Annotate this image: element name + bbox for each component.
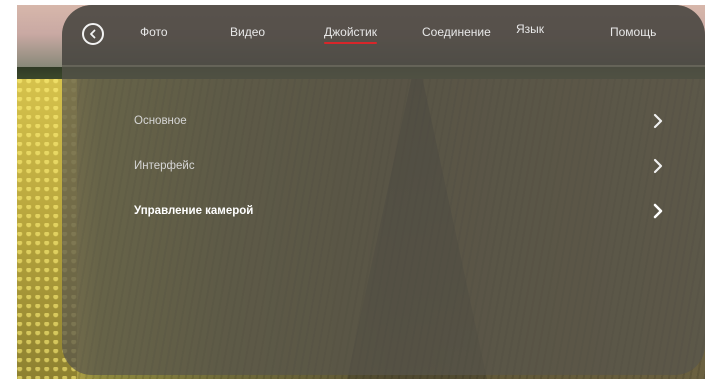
tab-connection[interactable]: Соединение bbox=[422, 25, 491, 43]
settings-panel: Фото Видео Джойстик Соединение Язык Помо… bbox=[62, 5, 705, 375]
tab-joystick[interactable]: Джойстик bbox=[324, 25, 377, 44]
back-button[interactable] bbox=[82, 23, 104, 45]
tab-video[interactable]: Видео bbox=[230, 25, 265, 43]
menu-item-label: Основное bbox=[134, 115, 187, 127]
settings-tab-bar: Фото Видео Джойстик Соединение Язык Помо… bbox=[62, 5, 705, 65]
menu-item-general[interactable]: Основное bbox=[134, 108, 664, 134]
app-window: Фото Видео Джойстик Соединение Язык Помо… bbox=[17, 5, 705, 379]
tab-photo[interactable]: Фото bbox=[140, 25, 168, 43]
menu-item-label: Управление камерой bbox=[134, 205, 254, 217]
chevron-right-icon bbox=[652, 158, 664, 174]
menu-item-camera-control[interactable]: Управление камерой bbox=[134, 198, 664, 224]
menu-item-label: Интерфейс bbox=[134, 160, 195, 172]
chevron-right-icon bbox=[652, 113, 664, 129]
tab-help[interactable]: Помощь bbox=[610, 25, 656, 43]
menu-item-interface[interactable]: Интерфейс bbox=[134, 153, 664, 179]
back-arrow-circle-icon bbox=[90, 29, 96, 39]
tab-language[interactable]: Язык bbox=[516, 22, 544, 40]
chevron-right-icon bbox=[652, 203, 664, 219]
